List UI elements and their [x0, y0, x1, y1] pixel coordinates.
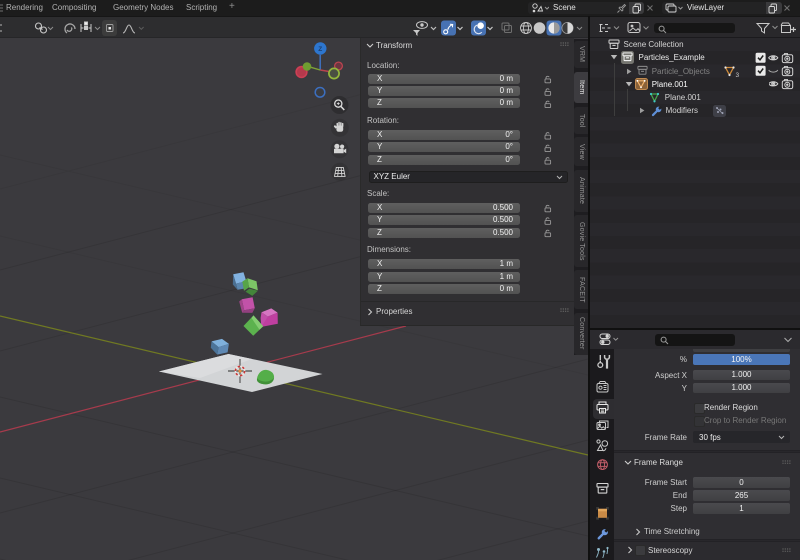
svg-text:Z: Z [318, 46, 322, 53]
svg-text:3: 3 [736, 72, 740, 78]
